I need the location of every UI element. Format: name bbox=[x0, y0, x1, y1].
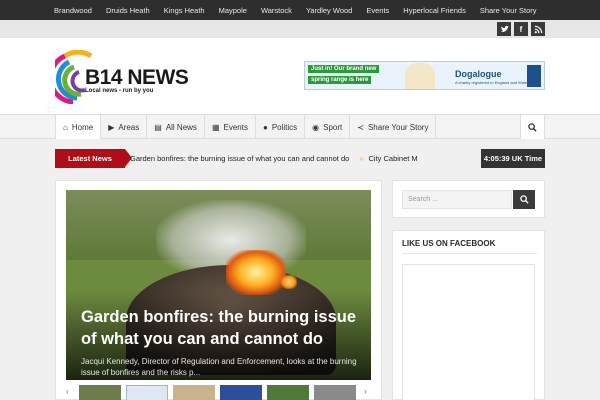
ad-text-1: Just in! Our brand new bbox=[308, 65, 380, 73]
ad-subtext: A charity registered in England and Wale… bbox=[455, 80, 530, 85]
thumbnail[interactable] bbox=[173, 385, 215, 400]
feature-image-fire bbox=[226, 250, 286, 295]
nav-label: Politics bbox=[271, 122, 298, 132]
nav-label: Areas bbox=[118, 122, 140, 132]
home-icon: ⌂ bbox=[63, 122, 68, 132]
nav-item-all-news[interactable]: ▤ All News bbox=[147, 115, 205, 139]
featured-article[interactable]: Garden bonfires: the burning issue of wh… bbox=[66, 190, 371, 380]
featured-excerpt: Jacqui Kennedy, Director of Regulation a… bbox=[81, 357, 357, 377]
search-icon bbox=[528, 122, 537, 132]
thumbnail[interactable] bbox=[314, 385, 356, 400]
speech-bubble-icon: ● bbox=[262, 122, 268, 132]
ad-text-2: spring range is here bbox=[308, 76, 372, 84]
nav-label: Sport bbox=[323, 122, 343, 132]
nav-search-button[interactable] bbox=[520, 115, 545, 139]
next-arrow-icon[interactable]: › bbox=[364, 387, 367, 396]
top-nav-item[interactable]: Yardley Wood bbox=[306, 6, 352, 15]
twitter-icon[interactable] bbox=[497, 22, 511, 36]
sidebar-search: Search ... bbox=[392, 180, 545, 218]
thumbnail[interactable] bbox=[267, 385, 309, 400]
feature-image-fire bbox=[281, 275, 297, 289]
calendar-icon: ▦ bbox=[211, 122, 220, 132]
ticker-item[interactable]: Garden bonfires: the burning issue of wh… bbox=[130, 154, 349, 163]
advert-banner[interactable]: Just in! Our brand new spring range is h… bbox=[304, 61, 545, 90]
top-nav-item[interactable]: Hyperlocal Friends bbox=[403, 6, 466, 15]
nav-label: Home bbox=[71, 122, 94, 132]
latest-news-label: Latest News bbox=[55, 149, 132, 168]
social-strip: f bbox=[0, 20, 600, 38]
rss-icon[interactable] bbox=[531, 22, 545, 36]
search-icon bbox=[519, 195, 529, 204]
top-nav-item[interactable]: Events bbox=[366, 6, 389, 15]
search-input[interactable]: Search ... bbox=[402, 190, 512, 209]
thumbnail[interactable] bbox=[79, 385, 121, 400]
facebook-embed[interactable] bbox=[402, 264, 535, 400]
site-logo[interactable]: B14 NEWS Local news - run by you bbox=[55, 50, 215, 104]
nav-label: Share Your Story bbox=[367, 122, 429, 132]
prev-arrow-icon[interactable]: ‹ bbox=[66, 387, 69, 396]
thumbnail-strip: ‹ › bbox=[66, 385, 371, 400]
top-nav-item[interactable]: Share Your Story bbox=[480, 6, 537, 15]
logo-title: B14 NEWS bbox=[85, 66, 189, 89]
top-nav-item[interactable]: Warstock bbox=[261, 6, 292, 15]
featured-card: Garden bonfires: the burning issue of wh… bbox=[55, 180, 382, 400]
nav-item-share-story[interactable]: ≺ Share Your Story bbox=[350, 115, 437, 139]
video-icon: ▶ bbox=[108, 122, 115, 132]
share-icon: ≺ bbox=[357, 122, 364, 132]
dog-image bbox=[405, 63, 435, 89]
top-nav-item[interactable]: Kings Heath bbox=[164, 6, 205, 15]
top-bar: Brandwood Druids Heath Kings Heath Maypo… bbox=[0, 0, 600, 20]
nav-item-events[interactable]: ▦ Events bbox=[205, 115, 256, 139]
facebook-heading: LIKE US ON FACEBOOK bbox=[402, 239, 496, 248]
uk-time-clock: 4:05:39 UK Time bbox=[481, 149, 545, 168]
main-nav: ⌂ Home ▶ Areas ▤ All News ▦ Events ● Politics… bbox=[0, 114, 600, 139]
ticker-separator-icon: » bbox=[359, 154, 364, 163]
nav-label: All News bbox=[165, 122, 197, 132]
top-nav-item[interactable]: Brandwood bbox=[54, 6, 92, 15]
facebook-widget: LIKE US ON FACEBOOK bbox=[392, 230, 545, 400]
news-ticker: Garden bonfires: the burning issue of wh… bbox=[130, 149, 418, 168]
nav-item-home[interactable]: ⌂ Home bbox=[55, 115, 102, 139]
football-icon: ◉ bbox=[312, 122, 320, 132]
featured-title[interactable]: Garden bonfires: the burning issue of wh… bbox=[81, 306, 361, 350]
thumbnail[interactable] bbox=[126, 385, 168, 400]
social-icons: f bbox=[494, 22, 545, 36]
ticker-item[interactable]: City Cabinet Me bbox=[369, 154, 419, 163]
ad-brand: Dogalogue bbox=[455, 69, 502, 79]
search-button[interactable] bbox=[513, 190, 535, 209]
nav-item-areas[interactable]: ▶ Areas bbox=[101, 115, 148, 139]
thumbnail[interactable] bbox=[220, 385, 262, 400]
site-header: B14 NEWS Local news - run by you Just in… bbox=[0, 38, 600, 114]
top-nav-item[interactable]: Maypole bbox=[219, 6, 247, 15]
charity-badge-icon bbox=[527, 65, 541, 87]
nav-item-politics[interactable]: ● Politics bbox=[256, 115, 306, 139]
top-nav: Brandwood Druids Heath Kings Heath Maypo… bbox=[54, 0, 600, 20]
nav-item-sport[interactable]: ◉ Sport bbox=[305, 115, 351, 139]
divider bbox=[402, 253, 537, 254]
top-nav-item[interactable]: Druids Heath bbox=[106, 6, 150, 15]
logo-tagline: Local news - run by you bbox=[85, 88, 154, 94]
facebook-icon[interactable]: f bbox=[514, 22, 528, 36]
newspaper-icon: ▤ bbox=[154, 122, 162, 132]
nav-label: Events bbox=[223, 122, 248, 132]
